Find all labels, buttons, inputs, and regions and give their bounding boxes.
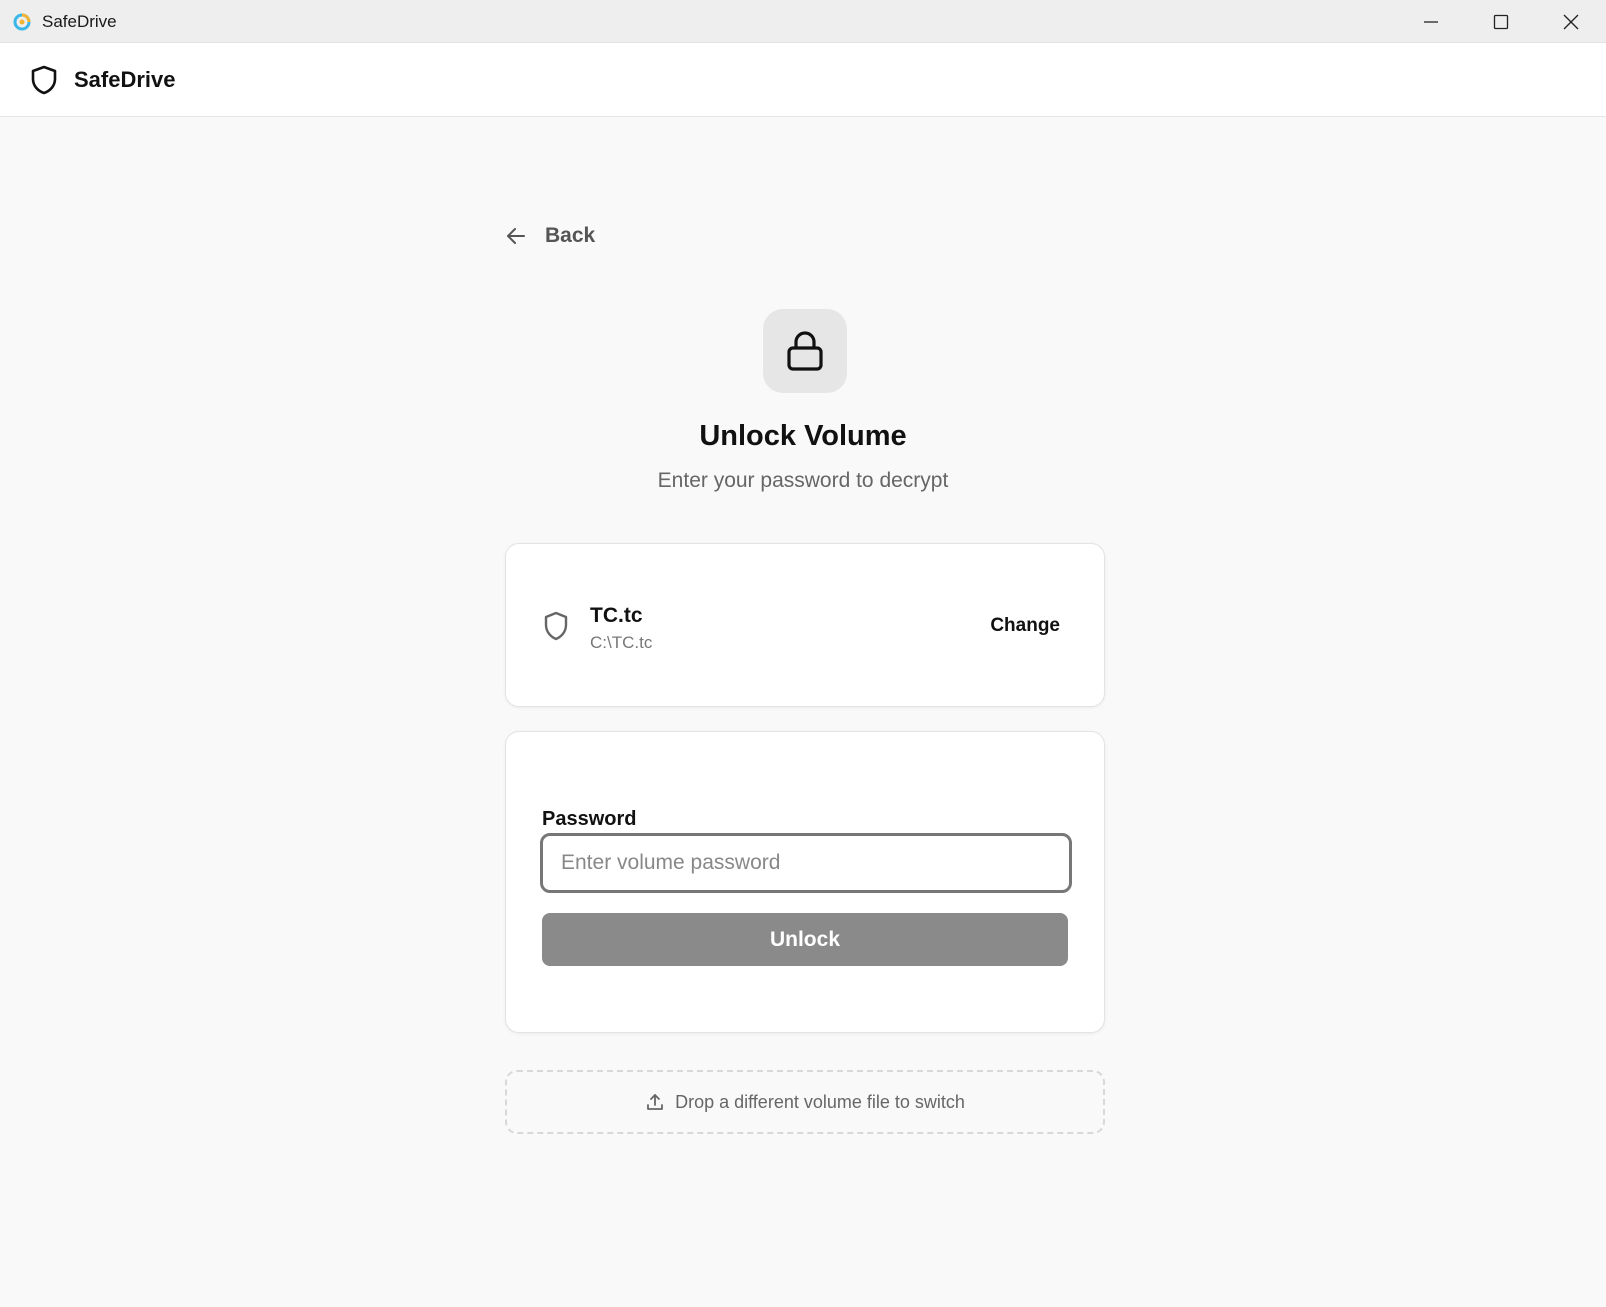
arrow-left-icon	[507, 228, 525, 244]
volume-path: C:\TC.tc	[590, 633, 653, 652]
close-icon	[1563, 14, 1579, 29]
minimize-button[interactable]	[1396, 0, 1466, 43]
window-titlebar: SafeDrive	[0, 0, 1606, 43]
volume-card: TC.tc C:\TC.tc Change	[505, 543, 1105, 707]
minimize-icon	[1424, 20, 1438, 23]
drop-zone-label: Drop a different volume file to switch	[675, 1091, 965, 1112]
close-button[interactable]	[1536, 0, 1606, 43]
safedrive-app-icon	[12, 12, 32, 32]
shield-icon	[30, 65, 58, 95]
back-button[interactable]: Back	[505, 224, 595, 248]
password-input[interactable]	[540, 833, 1072, 893]
volume-name: TC.tc	[590, 604, 643, 627]
upload-icon	[647, 1094, 663, 1110]
app-header: SafeDrive	[0, 43, 1606, 117]
password-label: Password	[542, 808, 637, 830]
window-title: SafeDrive	[42, 12, 117, 31]
unlock-button[interactable]: Unlock	[542, 913, 1068, 966]
app-name: SafeDrive	[74, 67, 176, 92]
lock-icon	[787, 331, 823, 371]
drop-zone[interactable]: Drop a different volume file to switch	[505, 1070, 1105, 1134]
maximize-icon	[1493, 14, 1509, 29]
page-title: Unlock Volume	[699, 420, 907, 452]
window-controls	[1396, 0, 1606, 43]
shield-icon	[543, 611, 569, 641]
lock-badge	[763, 309, 847, 393]
maximize-button[interactable]	[1466, 0, 1536, 43]
page-subtitle: Enter your password to decrypt	[657, 469, 949, 492]
password-card: Password Unlock	[505, 731, 1105, 1033]
change-volume-button[interactable]: Change	[990, 615, 1060, 637]
back-label: Back	[545, 224, 596, 247]
